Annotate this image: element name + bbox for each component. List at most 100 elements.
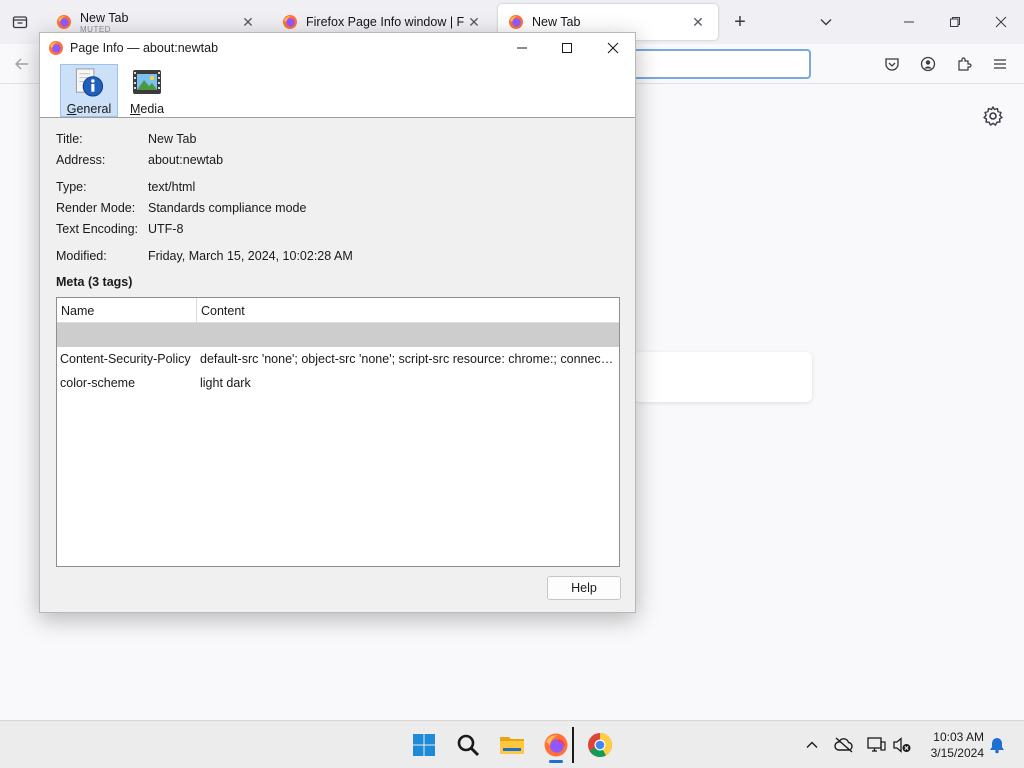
maximize-icon (562, 43, 572, 53)
modified-label: Modified: (56, 249, 107, 263)
dialog-maximize-button[interactable] (544, 33, 590, 63)
info-icon (75, 68, 104, 97)
firefox-view-button[interactable] (6, 8, 34, 36)
general-pane-label: General (66, 102, 112, 116)
url-bar[interactable] (630, 49, 811, 79)
table-row[interactable]: color-scheme light dark (57, 371, 619, 395)
meta-name-cell: color-scheme (60, 376, 136, 390)
clock-time: 10:03 AM (933, 730, 984, 744)
taskbar: 10:03 AM 3/15/2024 (0, 720, 1024, 768)
address-value[interactable]: about:newtab (148, 153, 223, 167)
account-button[interactable] (916, 52, 940, 76)
volume-button[interactable] (890, 733, 914, 757)
help-button[interactable]: Help (547, 576, 621, 600)
onedrive-button[interactable] (832, 733, 856, 757)
pocket-button[interactable] (880, 52, 904, 76)
type-value[interactable]: text/html (148, 180, 195, 194)
window-restore-button[interactable] (932, 0, 978, 44)
clock-date: 3/15/2024 (930, 746, 984, 760)
name-column-header[interactable]: Name (61, 304, 94, 318)
close-icon (607, 42, 619, 54)
show-hidden-icons-button[interactable] (800, 733, 824, 757)
close-tab-button[interactable]: ✕ (238, 12, 258, 32)
meta-content-cell: light dark (200, 376, 251, 390)
tab-title: New Tab (532, 15, 581, 29)
window-minimize-button[interactable] (886, 0, 932, 44)
customize-button[interactable] (981, 104, 1005, 128)
new-tab-button[interactable]: + (728, 10, 752, 34)
plus-icon: + (734, 10, 746, 33)
network-icon (867, 737, 886, 752)
meta-content-cell: default-src 'none'; object-src 'none'; s… (200, 352, 614, 366)
back-button[interactable] (10, 52, 34, 76)
close-tab-button[interactable]: ✕ (464, 12, 484, 32)
dialog-title-bar[interactable]: Page Info — about:newtab (40, 33, 635, 63)
title-value[interactable]: New Tab (148, 132, 196, 146)
pocket-icon (885, 58, 899, 71)
restore-icon (950, 17, 960, 27)
column-divider[interactable] (196, 298, 197, 323)
close-icon: ✕ (692, 13, 704, 30)
table-row[interactable] (57, 323, 619, 347)
modified-value[interactable]: Friday, March 15, 2024, 10:02:28 AM (148, 249, 353, 263)
dialog-close-button[interactable] (590, 33, 636, 63)
dialog-title: Page Info — about:newtab (70, 41, 219, 55)
new-tab-card (634, 352, 812, 402)
file-explorer-icon (500, 737, 524, 754)
system-clock[interactable]: 10:03 AM 3/15/2024 (918, 729, 984, 761)
media-pane-label: Media (129, 102, 165, 116)
title-label: Title: (56, 132, 83, 146)
media-icon (133, 70, 161, 94)
table-header: Name Content (57, 298, 619, 323)
content-column-header[interactable]: Content (201, 304, 245, 318)
text-encoding-label: Text Encoding: (56, 222, 138, 236)
volume-muted-icon (893, 737, 911, 753)
page-info-dialog: Page Info — about:newtab General Media T… (39, 32, 636, 613)
minimize-icon (904, 21, 914, 23)
bell-icon (990, 738, 1004, 754)
close-icon: ✕ (468, 13, 480, 30)
extensions-button[interactable] (952, 52, 976, 76)
general-pane-button[interactable]: General (60, 64, 118, 117)
start-button[interactable] (406, 727, 442, 763)
chrome-taskbar-button[interactable] (582, 727, 618, 763)
cloud-offline-icon (834, 737, 853, 753)
start-icon (413, 734, 435, 756)
gear-icon (983, 106, 1003, 126)
chevron-down-icon (820, 19, 832, 26)
table-row[interactable]: Content-Security-Policy default-src 'non… (57, 347, 619, 371)
text-cursor (572, 727, 574, 763)
account-icon (920, 56, 936, 72)
firefox-taskbar-button[interactable] (538, 727, 574, 763)
firefox-icon (49, 41, 63, 55)
menu-button[interactable] (988, 52, 1012, 76)
puzzle-icon (958, 57, 972, 71)
search-icon (457, 734, 480, 757)
chrome-icon (588, 733, 612, 758)
render-mode-value[interactable]: Standards compliance mode (148, 201, 306, 215)
back-arrow-icon (15, 58, 28, 70)
text-encoding-value[interactable]: UTF-8 (148, 222, 183, 236)
file-explorer-button[interactable] (494, 727, 530, 763)
pane-selector: General Media (40, 63, 635, 118)
meta-heading: Meta (3 tags) (56, 275, 133, 289)
firefox-favicon-icon (57, 15, 71, 29)
list-all-tabs-button[interactable] (814, 10, 838, 34)
tab-title: New Tab (80, 10, 129, 25)
search-button[interactable] (450, 727, 486, 763)
minimize-icon (517, 47, 527, 49)
chevron-up-icon (806, 741, 818, 748)
close-icon (995, 16, 1007, 28)
network-button[interactable] (864, 733, 888, 757)
type-label: Type: (56, 180, 87, 194)
firefox-favicon-icon (283, 15, 297, 29)
notifications-button[interactable] (985, 733, 1009, 757)
render-mode-label: Render Mode: (56, 201, 136, 215)
close-tab-button[interactable]: ✕ (688, 12, 708, 32)
meta-tags-table[interactable]: Name Content Content-Security-Policy def… (56, 297, 620, 567)
media-pane-button[interactable]: Media (118, 64, 176, 117)
tab-title: Firefox Page Info window | Firef (306, 15, 464, 29)
firefox-view-icon (12, 16, 28, 29)
dialog-minimize-button[interactable] (499, 33, 545, 63)
window-close-button[interactable] (978, 0, 1024, 44)
